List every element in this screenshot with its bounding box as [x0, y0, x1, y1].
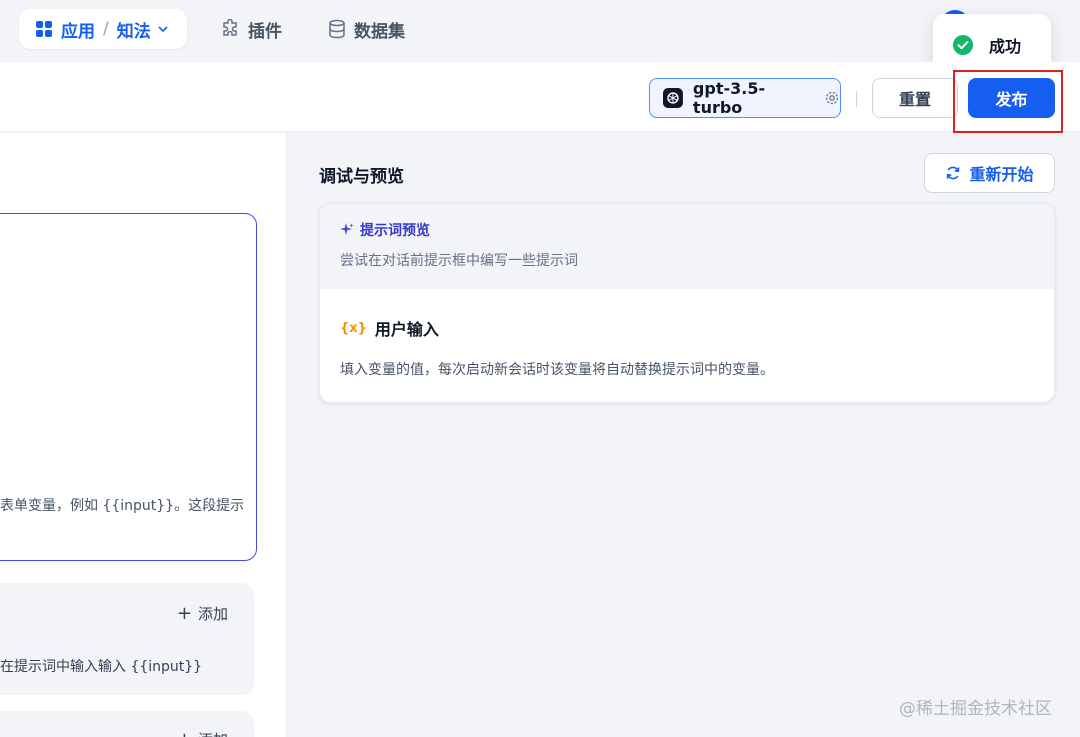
check-circle-icon: [953, 35, 973, 55]
model-selector[interactable]: gpt-3.5-turbo: [649, 78, 841, 118]
refresh-icon: [947, 166, 960, 180]
puzzle-icon: [223, 19, 237, 36]
nav-datasets[interactable]: 数据集: [328, 9, 405, 49]
prompt-preview-title: 提示词预览: [340, 220, 430, 240]
model-name: gpt-3.5-turbo: [692, 79, 766, 117]
current-app-name[interactable]: 知法: [117, 17, 151, 42]
user-input-desc: 填入变量的值，每次启动新会话时该变量将自动替换提示词中的变量。: [340, 362, 774, 378]
nav-datasets-label: 数据集: [354, 21, 405, 42]
nav-plugins[interactable]: 插件: [220, 9, 282, 49]
prompt-preview-section: 提示词预览 尝试在对话前提示框中编写一些提示词: [320, 204, 1054, 289]
top-nav: 应用 / 知法 插件 数据集: [0, 0, 1080, 62]
database-icon: [329, 19, 345, 39]
context-panel: + 添加: [0, 711, 254, 737]
gear-icon[interactable]: [824, 90, 840, 106]
prompt-hint-text: 表单变量，例如 {{input}}。这段提示: [0, 498, 245, 514]
preview-card: 提示词预览 尝试在对话前提示框中编写一些提示词 {x} 用户输入 填入变量的值，…: [319, 203, 1055, 403]
app-switcher[interactable]: 应用 / 知法: [19, 9, 187, 49]
toast-message: 成功: [989, 37, 1022, 56]
app-header: gpt-3.5-turbo 重置 发布: [0, 62, 1080, 132]
variables-panel: + 添加 在提示词中输入输入 {{input}}: [0, 583, 254, 695]
user-input-title: 用户输入: [374, 320, 439, 339]
variables-hint: 在提示词中输入输入 {{input}}: [0, 659, 203, 675]
restart-button[interactable]: 重新开始: [924, 153, 1055, 193]
chevron-down-icon[interactable]: [157, 23, 169, 35]
prompt-preview-label: 提示词预览: [360, 223, 430, 239]
preview-title: 调试与预览: [319, 167, 404, 187]
publish-button[interactable]: 发布: [968, 78, 1055, 118]
nav-plugins-label: 插件: [248, 21, 282, 42]
variable-icon: {x}: [340, 320, 367, 336]
nav-separator: /: [103, 19, 109, 39]
sparkle-icon: [340, 223, 354, 235]
restart-label: 重新开始: [969, 165, 1034, 184]
reset-button[interactable]: 重置: [872, 78, 958, 118]
add-variable-label: 添加: [197, 605, 228, 623]
user-input-heading: {x} 用户输入: [340, 316, 439, 340]
add-context-label: 添加: [198, 729, 228, 737]
prompt-preview-desc: 尝试在对话前提示框中编写一些提示词: [340, 253, 578, 269]
prompt-editor-panel: 表单变量，例如 {{input}}。这段提示 + 添加 在提示词中输入输入 {{…: [0, 133, 287, 737]
add-context-button[interactable]: + 添加: [177, 729, 228, 737]
openai-logo-icon: [663, 88, 683, 108]
watermark: @稀土掘金技术社区: [899, 699, 1052, 719]
add-variable-button[interactable]: + 添加: [177, 603, 228, 624]
apps-grid-icon: [36, 21, 52, 37]
plus-icon: +: [177, 729, 192, 737]
plus-icon: +: [176, 603, 192, 624]
apps-link[interactable]: 应用: [61, 17, 95, 42]
header-divider: [856, 91, 857, 107]
